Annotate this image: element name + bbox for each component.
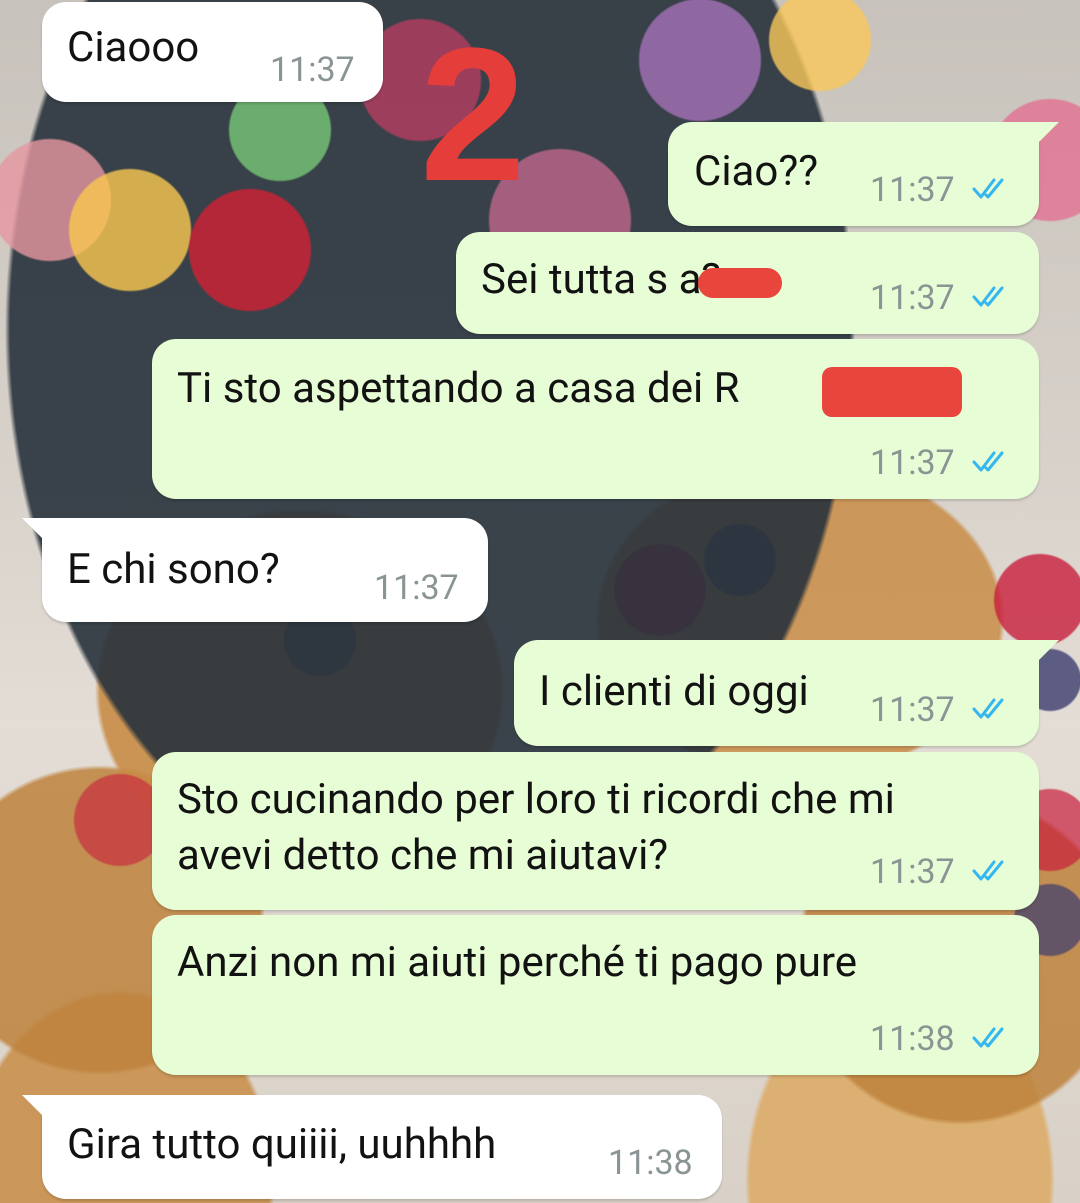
- message-time: 11:37: [870, 443, 955, 483]
- redaction-mark: [698, 268, 782, 298]
- message-time: 11:38: [870, 1019, 955, 1059]
- double-check-icon: [972, 178, 1004, 199]
- message-time: 11:37: [870, 278, 955, 318]
- double-check-icon: [972, 286, 1004, 307]
- message-bubble[interactable]: Anzi non mi aiuti perché ti pago pure 11…: [152, 915, 1039, 1075]
- message-time: 11:37: [870, 170, 955, 210]
- overlay-number: 2: [420, 9, 526, 221]
- message-text: I clienti di oggi: [539, 667, 809, 716]
- double-check-icon: [972, 860, 1004, 881]
- message-time: 11:37: [270, 50, 355, 90]
- message-text: E chi sono?: [67, 545, 280, 594]
- double-check-icon: [972, 451, 1004, 472]
- message-time: 11:37: [870, 852, 955, 892]
- redaction-mark: [822, 367, 962, 417]
- message-text: Ti sto aspettando a casa dei R: [177, 364, 740, 413]
- message-bubble[interactable]: I clienti di oggi 11:37: [514, 640, 1059, 746]
- message-text: Anzi non mi aiuti perché ti pago pure: [177, 938, 857, 987]
- message-text: Sei tutta s a?: [481, 255, 722, 304]
- double-check-icon: [972, 1027, 1004, 1048]
- message-bubble[interactable]: Sei tutta s a? 11:37: [456, 232, 1039, 334]
- message-time: 11:38: [608, 1143, 693, 1183]
- double-check-icon: [972, 698, 1004, 719]
- message-bubble[interactable]: Ciao?? 11:37: [668, 122, 1059, 226]
- message-bubble[interactable]: E chi sono? 11:37: [22, 518, 488, 622]
- message-bubble[interactable]: Sto cucinando per loro ti ricordi che mi…: [152, 752, 1039, 910]
- message-bubble[interactable]: Ti sto aspettando a casa dei R 11:37: [152, 339, 1039, 499]
- message-text: Gira tutto quiiii, uuhhhh: [67, 1120, 497, 1169]
- message-bubble[interactable]: Ciaooo 11:37: [42, 2, 383, 102]
- message-time: 11:37: [870, 690, 955, 730]
- message-time: 11:37: [374, 568, 459, 608]
- message-text-line-2: avevi detto che mi aiutavi?: [177, 831, 669, 880]
- message-bubble[interactable]: Gira tutto quiiii, uuhhhh 11:38: [22, 1095, 722, 1199]
- message-text: Ciaooo: [67, 23, 200, 72]
- message-text: Ciao??: [694, 147, 819, 196]
- message-text-line-1: Sto cucinando per loro ti ricordi che mi: [177, 775, 895, 824]
